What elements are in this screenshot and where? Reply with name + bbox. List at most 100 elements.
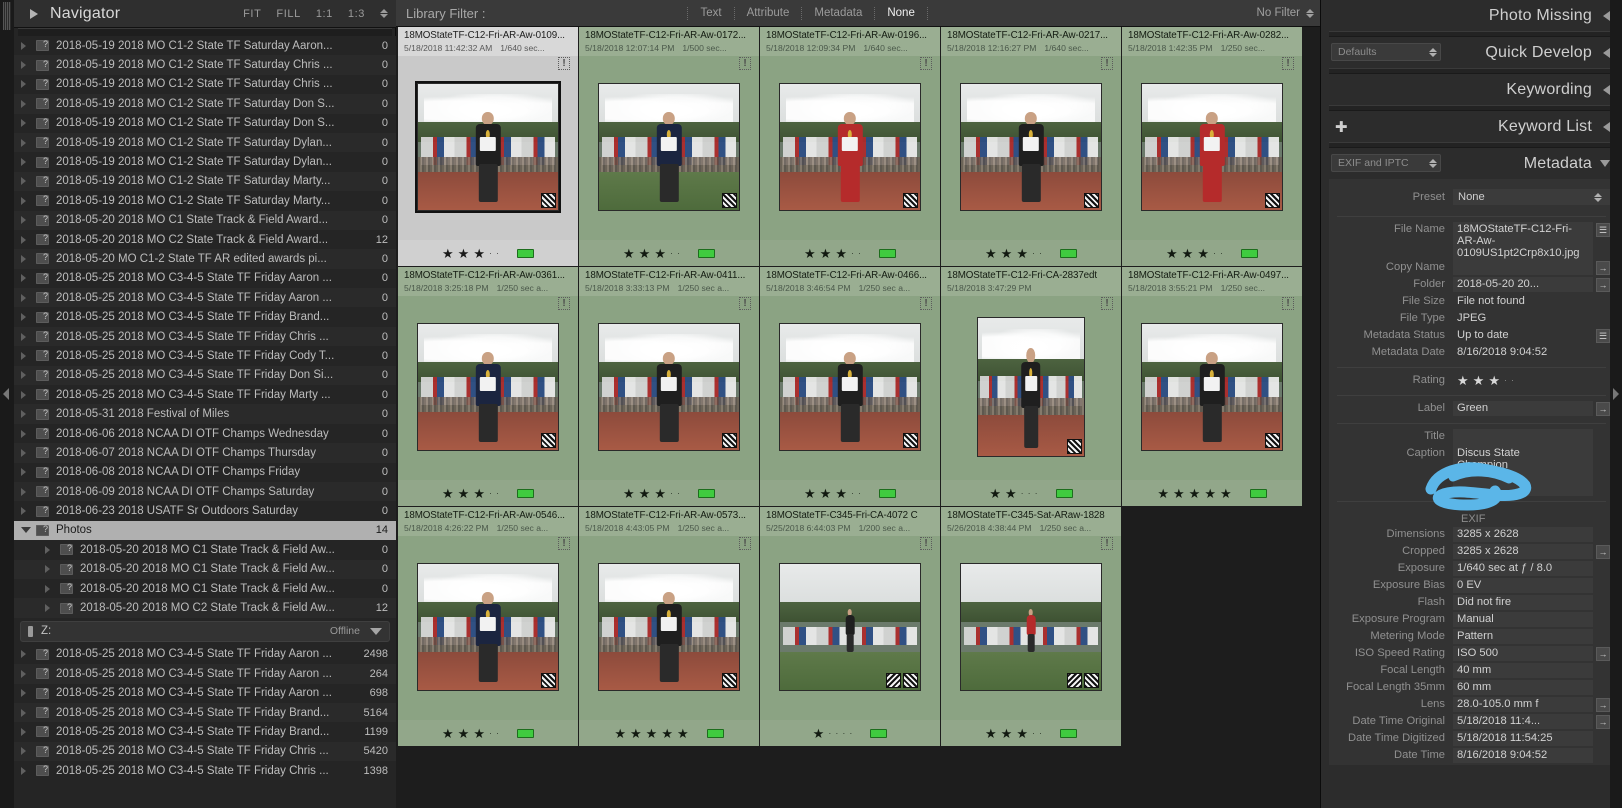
star-filled-icon[interactable]: ★ [1189,487,1201,500]
metadata-field-value[interactable]: 3285 x 2628 [1453,527,1593,542]
thumbnail-cell[interactable]: 18MOStateTF-C12-Fri-AR-Aw-0573... 5/18/20… [579,507,760,747]
star-filled-icon[interactable]: ★ [835,487,847,500]
disclosure-triangle-icon[interactable] [45,584,50,593]
edited-badge-icon[interactable] [1067,439,1082,454]
folder-row[interactable]: 2018-05-19 2018 MO C1-2 State TF Saturda… [14,191,396,210]
star-empty-icon[interactable]: · [1511,376,1514,385]
zoom-mode-1-3[interactable]: 1:3 [348,8,365,20]
metadata-field-value[interactable]: 40 mm [1453,663,1593,678]
metadata-goto-button[interactable]: → [1596,278,1610,292]
right-panel-collapse-arrow-icon[interactable] [1613,388,1619,400]
zoom-mode-fit[interactable]: FIT [243,8,261,20]
metadata-field-value[interactable]: Discus State Champion [1453,446,1593,496]
filter-tab-none[interactable]: None [877,5,925,21]
metadata-field-value[interactable]: File not found [1453,294,1593,309]
disclosure-triangle-icon[interactable] [21,390,26,399]
color-label-chip[interactable] [516,248,534,258]
star-filled-icon[interactable]: ★ [820,247,832,260]
folder-row[interactable]: 2018-05-19 2018 MO C1-2 State TF Saturda… [14,171,396,192]
disclosure-triangle-icon[interactable] [21,80,26,89]
star-filled-icon[interactable]: ★ [458,487,470,500]
disclosure-triangle-icon[interactable] [21,708,26,717]
thumbnail-image[interactable] [1141,323,1283,451]
star-filled-icon[interactable]: ★ [985,247,997,260]
thumbnail-image[interactable] [415,81,561,213]
star-filled-icon[interactable]: ★ [639,487,651,500]
folder-row[interactable]: 2018-05-25 2018 MO C3-4-5 State TF Frida… [14,269,396,288]
filter-tab-text[interactable]: Text [690,5,731,21]
missing-photo-warning-icon[interactable]: ! [1101,297,1113,310]
cropped-badge-icon[interactable] [1067,673,1082,688]
folder-row[interactable]: 2018-05-19 2018 MO C1-2 State TF Saturda… [14,152,396,171]
edited-badge-icon[interactable] [722,673,737,688]
metadata-field-value[interactable]: Green [1453,401,1593,416]
chevron-left-icon[interactable] [1603,10,1610,21]
metadata-list-button[interactable]: ☰ [1596,223,1610,237]
star-empty-icon[interactable]: · [1032,728,1035,738]
disclosure-triangle-icon[interactable] [21,216,26,225]
color-label-chip[interactable] [1055,488,1073,498]
star-filled-icon[interactable]: ★ [473,247,485,260]
section-photo-missing[interactable]: Photo Missing [1321,0,1622,31]
star-empty-icon[interactable]: · [1028,488,1031,498]
star-empty-icon[interactable]: · [1032,248,1035,258]
metadata-field-value[interactable]: 5/18/2018 11:54:25 [1453,731,1593,746]
star-empty-icon[interactable]: · [842,728,845,738]
folder-row[interactable]: 2018-05-25 2018 MO C3-4-5 State TF Frida… [14,722,396,741]
star-empty-icon[interactable]: · [1213,248,1216,258]
star-filled-icon[interactable]: ★ [1157,487,1169,500]
star-filled-icon[interactable]: ★ [646,727,658,740]
thumbnail-cell[interactable]: 18MOStateTF-C12-Fri-AR-Aw-0361... 5/18/20… [398,267,579,507]
star-empty-icon[interactable]: · [1039,728,1042,738]
disclosure-triangle-icon[interactable] [21,313,26,322]
folder-row[interactable]: 2018-05-25 2018 MO C3-4-5 State TF Frida… [14,761,396,780]
disclosure-triangle-icon[interactable] [21,727,26,736]
thumbnail-image[interactable] [977,317,1085,457]
star-empty-icon[interactable]: · [858,248,861,258]
right-panel-edge-grip[interactable] [1610,0,1622,808]
folder-row[interactable]: 2018-05-19 2018 MO C1-2 State TF Saturda… [14,36,396,55]
star-filled-icon[interactable]: ★ [1182,247,1194,260]
color-label-chip[interactable] [878,488,896,498]
volume-row-z[interactable]: Z: Offline [20,620,390,642]
star-empty-icon[interactable]: · [858,488,861,498]
star-empty-icon[interactable]: · [670,488,673,498]
folder-row[interactable]: Photos 14 [14,520,396,541]
missing-photo-warning-icon[interactable]: ! [558,297,570,310]
folder-row[interactable]: 2018-05-19 2018 MO C1-2 State TF Saturda… [14,132,396,153]
disclosure-triangle-icon[interactable] [21,689,26,698]
color-label-chip[interactable] [1240,248,1258,258]
plus-icon[interactable]: ✚ [1335,120,1348,135]
star-filled-icon[interactable]: ★ [804,247,816,260]
star-filled-icon[interactable]: ★ [1016,727,1028,740]
metadata-field-value[interactable]: 2018-05-20 20... [1453,277,1593,292]
metadata-goto-button[interactable]: → [1596,698,1610,712]
star-filled-icon[interactable]: ★ [654,487,666,500]
missing-photo-warning-icon[interactable]: ! [920,57,932,70]
thumbnail-image[interactable] [1141,83,1283,211]
star-empty-icon[interactable]: · [496,248,499,258]
folder-row[interactable]: 2018-05-19 2018 MO C1-2 State TF Saturda… [14,114,396,133]
thumbnail-cell[interactable]: 18MOStateTF-C12-Fri-AR-Aw-0217... 5/18/20… [941,27,1122,267]
star-filled-icon[interactable]: ★ [989,487,1001,500]
edited-badge-icon[interactable] [903,433,918,448]
metadata-goto-button[interactable]: → [1596,545,1610,559]
grid-scroll-area[interactable]: 18MOStateTF-C12-Fri-AR-Aw-0109... 5/18/20… [396,27,1320,808]
star-empty-icon[interactable]: · [849,728,852,738]
folder-row[interactable]: 2018-05-20 2018 MO C1 State Track & Fiel… [14,210,396,230]
folder-row[interactable]: 2018-05-19 2018 MO C1-2 State TF Saturda… [14,94,396,114]
star-filled-icon[interactable]: ★ [442,487,454,500]
chevron-left-icon[interactable] [1603,84,1610,95]
navigator-header[interactable]: Navigator FIT FILL 1:1 1:3 [14,0,396,28]
star-filled-icon[interactable]: ★ [1166,247,1178,260]
disclosure-triangle-icon[interactable] [21,429,26,438]
thumbnail-image[interactable] [417,563,559,691]
thumbnail-image[interactable] [779,563,921,691]
metadata-view-stepper-icon[interactable] [1429,158,1437,168]
thumbnail-image[interactable] [417,323,559,451]
metadata-goto-button[interactable]: → [1596,647,1610,661]
star-filled-icon[interactable]: ★ [458,247,470,260]
disclosure-triangle-icon[interactable] [21,41,26,50]
thumbnail-cell[interactable]: 18MOStateTF-C12-Fri-CA-2837edt 5/18/2018 … [941,267,1122,507]
thumbnail-image[interactable] [779,83,921,211]
